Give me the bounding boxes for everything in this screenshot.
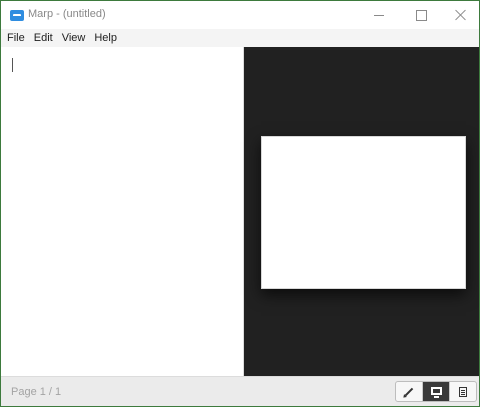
text-caret	[12, 58, 13, 72]
marp-app-icon	[10, 10, 24, 21]
monitor-icon	[430, 386, 442, 398]
status-bar: Page 1 / 1	[1, 376, 479, 406]
minimize-button[interactable]	[359, 1, 399, 29]
minimize-icon	[374, 14, 384, 16]
window-title: Marp - (untitled)	[28, 8, 106, 20]
editor-view-button[interactable]	[396, 382, 423, 401]
view-mode-switcher	[395, 381, 477, 402]
page-indicator: Page 1 / 1	[11, 386, 62, 398]
document-view-button[interactable]	[450, 382, 476, 401]
app-window: Marp - (untitled) File Edit View Help Pa…	[0, 0, 480, 407]
maximize-button[interactable]	[401, 1, 441, 29]
close-icon	[455, 9, 467, 21]
menu-view[interactable]: View	[57, 29, 90, 47]
pencil-icon	[404, 387, 414, 396]
preview-view-button[interactable]	[423, 382, 450, 401]
document-icon	[459, 386, 467, 397]
menu-edit[interactable]: Edit	[29, 29, 57, 47]
slide-preview-pane	[244, 47, 479, 376]
menu-file[interactable]: File	[1, 29, 29, 47]
maximize-icon	[415, 9, 427, 21]
markdown-editor[interactable]	[1, 47, 243, 376]
slide-preview	[261, 136, 466, 289]
title-bar[interactable]: Marp - (untitled)	[1, 1, 479, 29]
menu-help[interactable]: Help	[89, 29, 121, 47]
menu-bar: File Edit View Help	[1, 29, 479, 47]
close-button[interactable]	[441, 1, 480, 29]
